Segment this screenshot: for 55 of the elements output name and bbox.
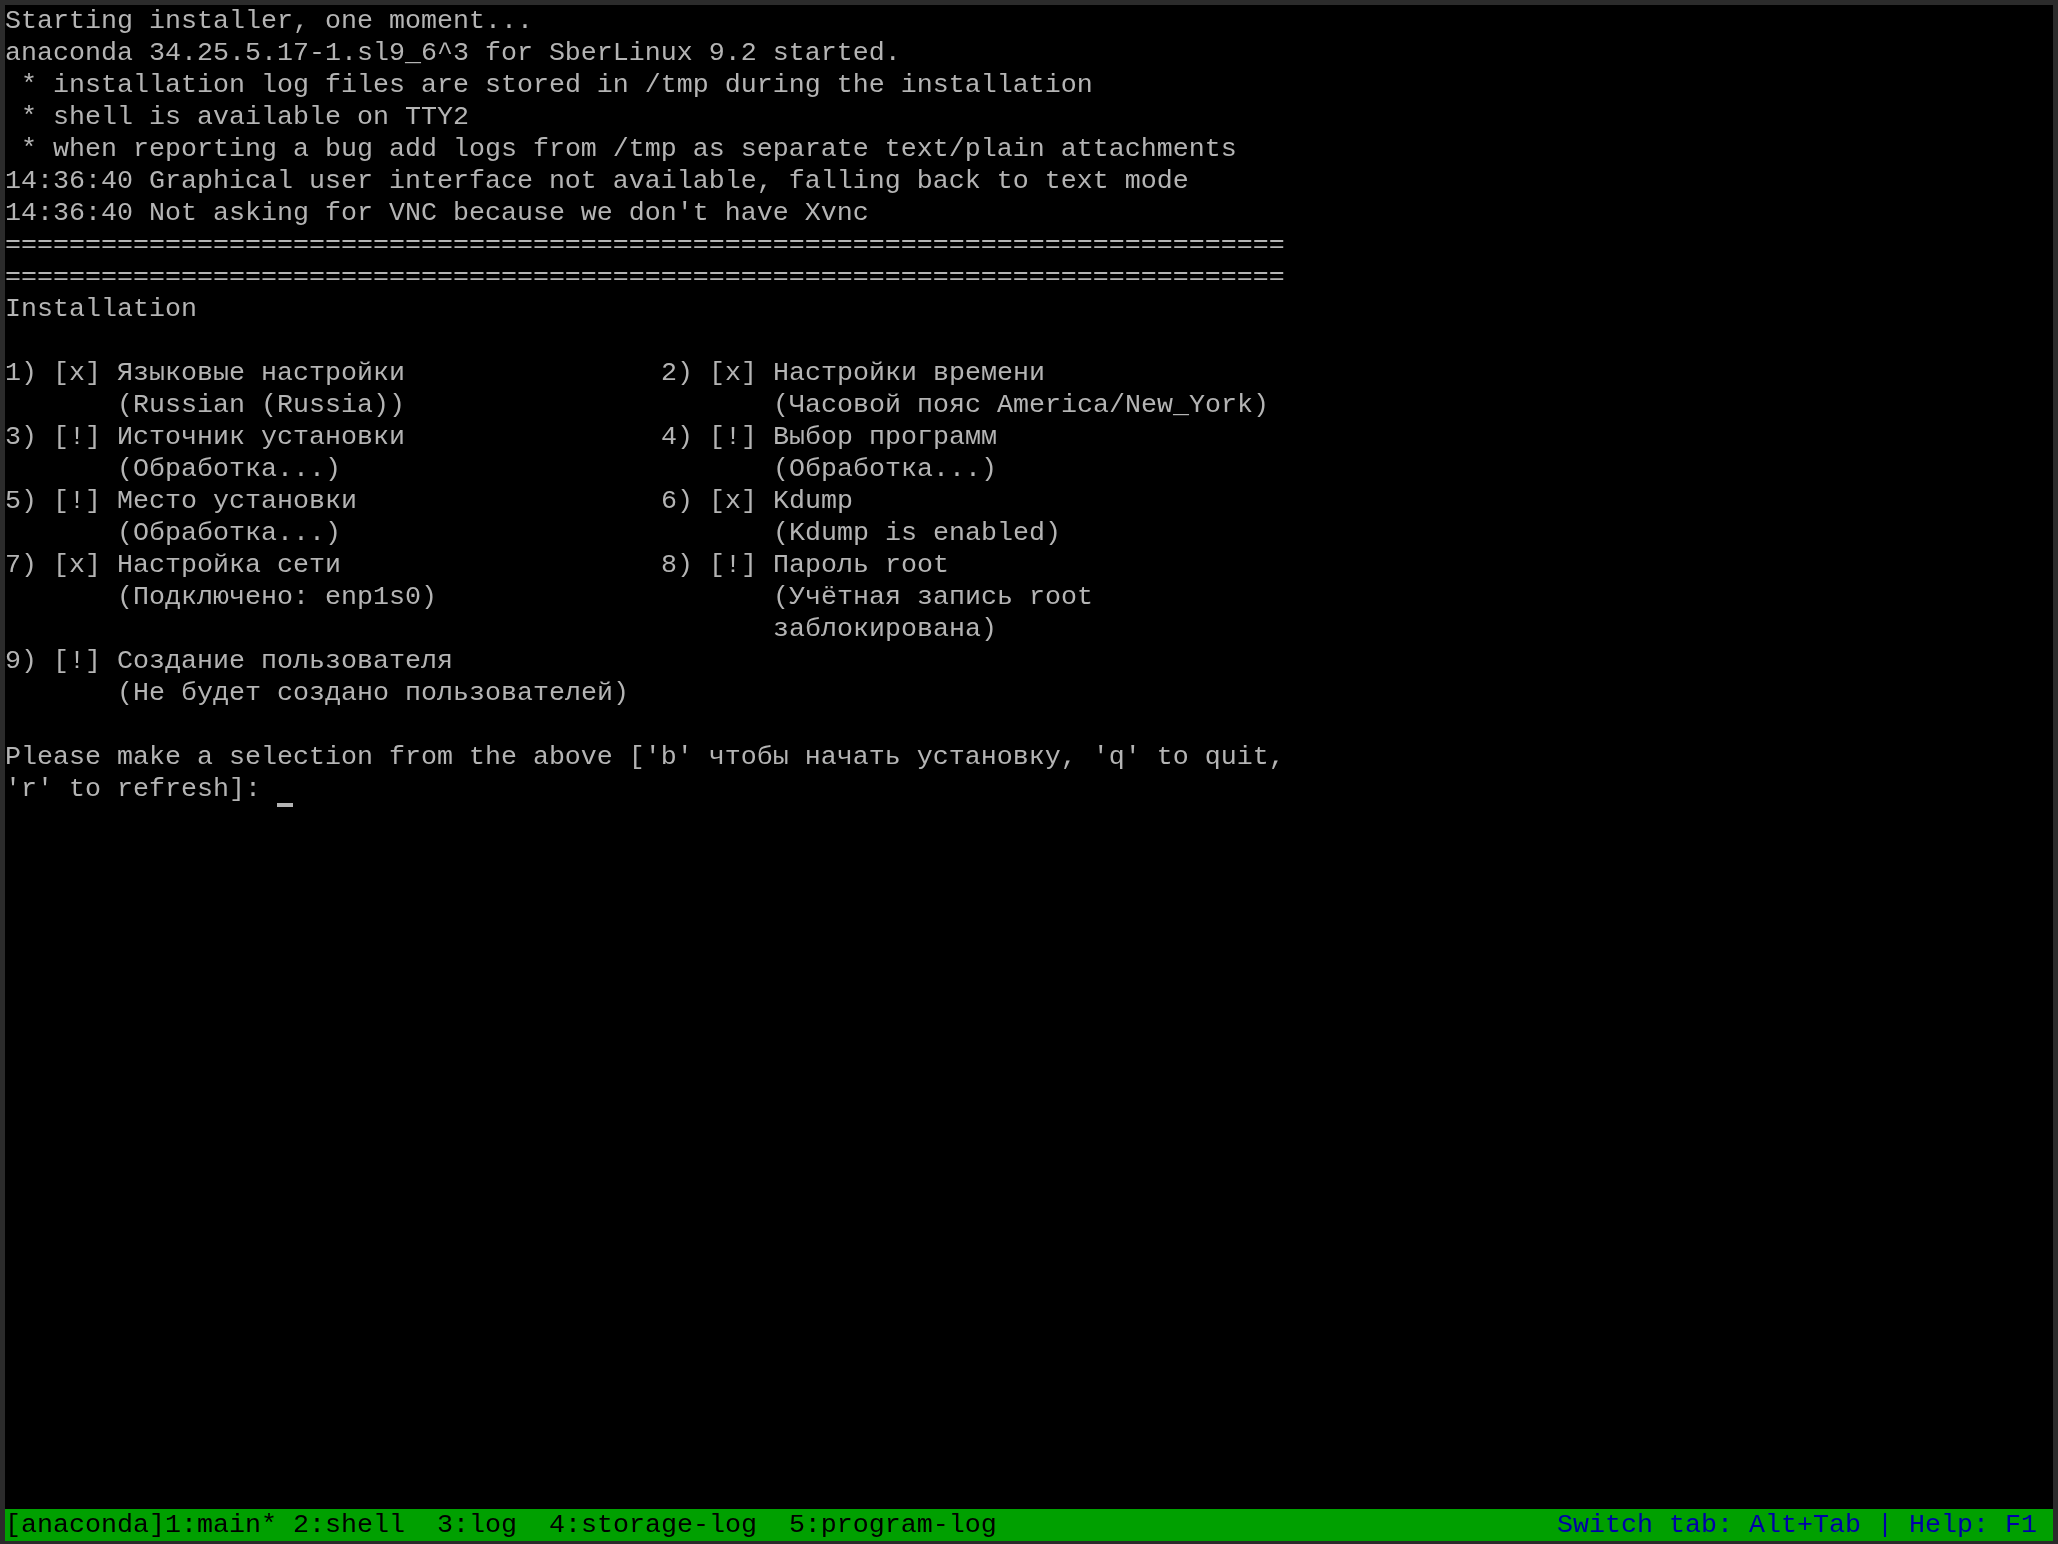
status-mark: [x] (53, 549, 101, 581)
menu-item-title[interactable]: Пароль root (773, 549, 949, 581)
item-number: 6) (661, 485, 693, 517)
log-line: 14:36:40 Graphical user interface not available, falling back to text mode (5, 165, 1189, 197)
shortcut-hint: Switch tab: Alt+Tab | Help: F1 (1557, 1509, 2037, 1541)
item-detail: (Обработка...) (117, 453, 341, 485)
status-mark: [!] (53, 645, 101, 677)
window-tab[interactable]: 3:log (436, 1509, 517, 1541)
item-number: 4) (661, 421, 693, 453)
item-detail: (Часовой пояс America/New_York) (773, 389, 1269, 421)
window-tab[interactable]: 1:main* (164, 1509, 277, 1541)
item-number: 5) (5, 485, 37, 517)
log-line: Starting installer, one moment... (5, 5, 533, 37)
status-mark: [!] (709, 549, 757, 581)
window-tab[interactable]: 2:shell (292, 1509, 405, 1541)
log-line: 14:36:40 Not asking for VNC because we don't have Xvnc (5, 197, 869, 229)
item-detail: (Обработка...) (117, 517, 341, 549)
item-detail: (Учётная запись root заблокирована) (773, 581, 1094, 645)
session-name: [anaconda] (5, 1509, 165, 1541)
item-number: 2) (661, 357, 693, 389)
item-detail: (Не будет создано пользователей) (117, 677, 629, 709)
separator-line: ================================================================================ (5, 261, 1285, 293)
window-tab[interactable]: 4:storage-log (548, 1509, 757, 1541)
menu-item-title[interactable]: Языковые настройки (117, 357, 405, 389)
log-line: * when reporting a bug add logs from /tmp as separate text/plain attachments (21, 133, 1237, 165)
item-number: 9) (5, 645, 37, 677)
menu-item-title[interactable]: Источник установки (117, 421, 405, 453)
item-detail: (Подключено: enp1s0) (117, 581, 437, 613)
item-number: 3) (5, 421, 37, 453)
item-detail: (Обработка...) (773, 453, 997, 485)
status-mark: [x] (709, 485, 757, 517)
status-mark: [!] (53, 485, 101, 517)
status-mark: [x] (709, 357, 757, 389)
window-tab[interactable]: 5:program-log (788, 1509, 997, 1541)
menu-item-title[interactable]: Место установки (117, 485, 357, 517)
section-title: Installation (5, 293, 197, 325)
cursor-icon (276, 803, 293, 807)
menu-item-title[interactable]: Настройки времени (773, 357, 1045, 389)
menu-item-title[interactable]: Создание пользователя (117, 645, 453, 677)
log-line: anaconda 34.25.5.17-1.sl9_6^3 for SberLinux 9.2 started. (5, 37, 901, 69)
item-detail: (Russian (Russia)) (117, 389, 405, 421)
status-mark: [x] (53, 357, 101, 389)
menu-item-title[interactable]: Выбор программ (773, 421, 997, 453)
menu-item-title[interactable]: Настройка сети (117, 549, 341, 581)
item-number: 8) (661, 549, 693, 581)
item-number: 1) (5, 357, 37, 389)
log-line: * shell is available on TTY2 (21, 101, 469, 133)
status-mark: [!] (709, 421, 757, 453)
status-mark: [!] (53, 421, 101, 453)
menu-item-title[interactable]: Kdump (773, 485, 853, 517)
separator-line: ================================================================================ (5, 229, 1285, 261)
item-number: 7) (5, 549, 37, 581)
log-line: * installation log files are stored in /tmp during the installation (21, 69, 1093, 101)
prompt-text: Please make a selection from the above ['b' чтобы начать установку, 'q' to quit, 'r' to refresh]: (5, 742, 1285, 804)
item-detail: (Kdump is enabled) (773, 517, 1061, 549)
